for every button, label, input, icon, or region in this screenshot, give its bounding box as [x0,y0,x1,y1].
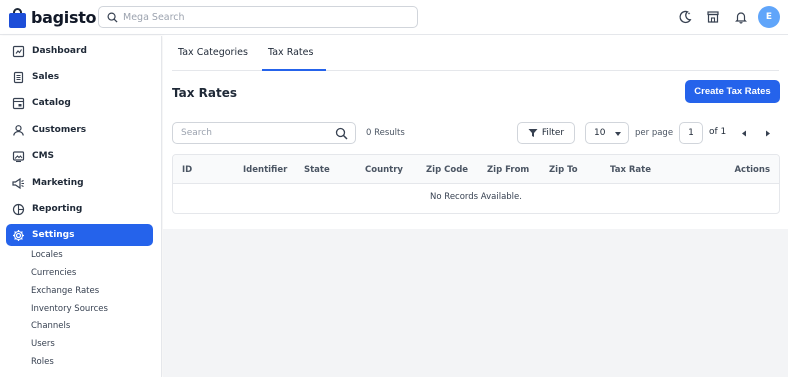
storefront-icon[interactable] [705,9,721,25]
sidebar-subitem-channels[interactable]: Channels [31,321,70,331]
user-avatar[interactable]: E [758,6,780,28]
column-header-state[interactable]: State [304,165,330,175]
sidebar-subitem-inventory-sources[interactable]: Inventory Sources [31,304,108,314]
cms-icon [11,149,25,163]
sidebar-item-label: Customers [32,125,87,135]
top-header: bagisto E [0,0,788,35]
brand-name: bagisto [31,7,97,27]
bag-logo-icon [9,7,26,28]
notification-bell-icon[interactable] [733,9,749,25]
sidebar-item-label: Sales [32,72,60,82]
dark-mode-icon[interactable] [677,9,693,25]
table-header: ID Identifier State Country Zip Code Zip… [173,155,779,184]
chevron-down-icon [615,132,621,136]
previous-page-icon[interactable] [739,128,749,138]
tab-bar: Tax Categories Tax Rates [172,36,779,71]
main-content: Tax Categories Tax Rates Tax Rates Creat… [163,36,788,377]
sidebar-item-label: Catalog [32,98,71,108]
sidebar-item-label: Dashboard [32,46,87,56]
tab-tax-categories[interactable]: Tax Categories [178,47,248,58]
sidebar-item-customers[interactable]: Customers [6,119,153,141]
sidebar-subitem-exchange-rates[interactable]: Exchange Rates [31,286,99,296]
datagrid-search-input[interactable] [181,128,331,138]
sidebar-item-marketing[interactable]: Marketing [6,172,153,194]
sidebar-item-catalog[interactable]: Catalog [6,92,153,114]
sidebar-item-reporting[interactable]: Reporting [6,198,153,220]
column-header-zip-from[interactable]: Zip From [487,165,529,175]
sidebar-item-sales[interactable]: Sales [6,66,153,88]
dashboard-icon [11,44,25,58]
customers-icon [11,123,25,137]
create-tax-rates-button[interactable]: Create Tax Rates [685,80,780,103]
catalog-icon [11,96,25,110]
column-header-tax-rate[interactable]: Tax Rate [610,165,651,175]
page-title: Tax Rates [172,86,238,100]
datagrid-search-box[interactable] [172,122,356,144]
results-count: 0 Results [366,128,405,138]
per-page-value: 10 [594,128,606,138]
column-header-identifier[interactable]: Identifier [243,165,287,175]
tax-rates-table: ID Identifier State Country Zip Code Zip… [172,154,780,214]
brand-logo[interactable]: bagisto [9,6,97,28]
sidebar-item-settings[interactable]: Settings [6,224,153,246]
reporting-icon [11,202,25,216]
content-panel: Tax Categories Tax Rates Tax Rates Creat… [163,36,788,229]
sidebar: Dashboard Sales Catalog Customers CMS Ma… [0,36,162,377]
sidebar-item-label: Settings [32,230,75,240]
sales-icon [11,70,25,84]
sidebar-subitem-locales[interactable]: Locales [31,250,63,260]
sidebar-item-label: Reporting [32,204,83,214]
mega-search-box[interactable] [98,6,418,28]
filter-icon [528,129,538,137]
sidebar-item-cms[interactable]: CMS [6,145,153,167]
active-tab-indicator [262,69,326,71]
sidebar-item-dashboard[interactable]: Dashboard [6,40,153,62]
search-icon[interactable] [335,127,348,140]
empty-state-message: No Records Available. [430,192,522,202]
column-header-id[interactable]: ID [182,165,192,175]
search-icon [107,12,118,23]
next-page-icon[interactable] [763,128,773,138]
column-header-country[interactable]: Country [365,165,403,175]
settings-icon [11,228,25,242]
column-header-actions: Actions [734,165,770,175]
current-page-input[interactable]: 1 [679,122,703,144]
sidebar-item-label: CMS [32,151,55,161]
sidebar-subitem-roles[interactable]: Roles [31,357,54,367]
filter-button[interactable]: Filter [517,122,575,144]
filter-label: Filter [541,128,565,138]
mega-search-input[interactable] [123,11,403,23]
per-page-label: per page [635,128,674,138]
sidebar-item-label: Marketing [32,178,84,188]
sidebar-subitem-users[interactable]: Users [31,339,55,349]
tab-tax-rates[interactable]: Tax Rates [268,47,313,58]
per-page-select[interactable]: 10 [585,122,629,144]
total-pages-label: of 1 [709,127,727,137]
marketing-icon [11,176,25,190]
column-header-zip-to[interactable]: Zip To [549,165,578,175]
column-header-zip-code[interactable]: Zip Code [426,165,468,175]
sidebar-subitem-currencies[interactable]: Currencies [31,268,76,278]
